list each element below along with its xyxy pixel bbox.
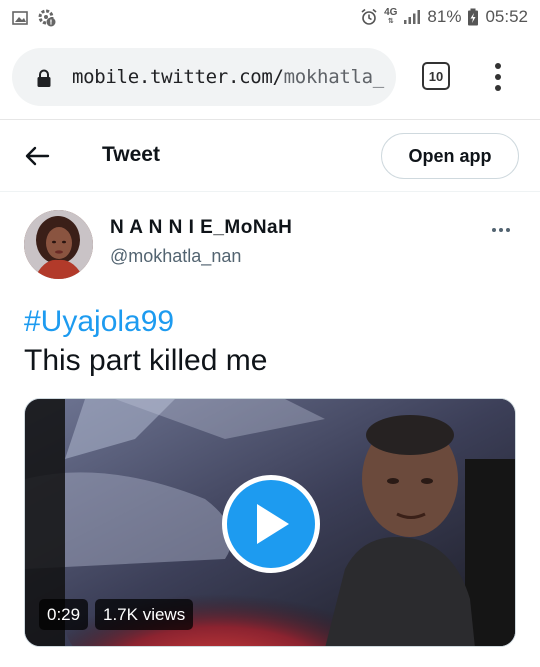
avatar-image bbox=[24, 210, 93, 279]
clock: 05:52 bbox=[485, 7, 528, 26]
more-dot bbox=[506, 228, 510, 232]
battery-charging-icon bbox=[468, 8, 479, 26]
open-app-button[interactable]: Open app bbox=[381, 133, 519, 179]
address-bar[interactable]: mobile.twitter.com/mokhatla_ bbox=[12, 48, 396, 106]
play-button[interactable] bbox=[222, 475, 320, 573]
more-dot bbox=[499, 228, 503, 232]
more-options-button[interactable] bbox=[492, 228, 510, 232]
video-player[interactable]: 0:29 1.7K views bbox=[24, 398, 516, 647]
twitter-header: Tweet Open app bbox=[0, 120, 540, 192]
signal-icon bbox=[404, 10, 421, 24]
lock-icon bbox=[37, 69, 51, 87]
settings-notification-icon: ! bbox=[38, 9, 56, 27]
alarm-icon bbox=[361, 8, 377, 25]
status-bar-right: 4G ⇅ 81% 05:52 bbox=[360, 7, 528, 27]
menu-dot bbox=[495, 63, 501, 69]
video-duration-badge: 0:29 bbox=[39, 599, 89, 630]
back-arrow-icon[interactable] bbox=[24, 144, 50, 168]
play-icon bbox=[257, 504, 289, 544]
status-bar-left: ! bbox=[12, 9, 56, 27]
url-text: mobile.twitter.com/mokhatla_ bbox=[72, 66, 384, 88]
browser-toolbar: mobile.twitter.com/mokhatla_ 10 bbox=[0, 36, 540, 120]
tab-switcher-button[interactable]: 10 bbox=[422, 62, 450, 90]
menu-dot bbox=[495, 85, 501, 91]
url-host: mobile.twitter.com/ bbox=[72, 66, 284, 88]
battery-percent: 81% bbox=[427, 7, 462, 26]
network-type: 4G ⇅ bbox=[384, 7, 398, 26]
avatar[interactable] bbox=[24, 210, 93, 279]
display-name[interactable]: N A N N I E_MoNaH bbox=[110, 217, 292, 239]
svg-text:!: ! bbox=[49, 19, 52, 27]
video-views-badge: 1.7K views bbox=[95, 599, 194, 630]
hashtag-link[interactable]: #Uyajola99 bbox=[24, 305, 174, 339]
menu-dot bbox=[495, 74, 501, 80]
gallery-notification-icon bbox=[12, 11, 28, 25]
user-handle[interactable]: @mokhatla_nan bbox=[110, 246, 241, 267]
url-path: mokhatla_ bbox=[283, 66, 385, 88]
more-dot bbox=[492, 228, 496, 232]
status-bar: ! 4G ⇅ 81% 05:52 bbox=[0, 0, 540, 36]
page-title: Tweet bbox=[102, 143, 160, 166]
browser-menu-button[interactable] bbox=[486, 60, 510, 94]
tweet-text: This part killed me bbox=[24, 344, 268, 377]
